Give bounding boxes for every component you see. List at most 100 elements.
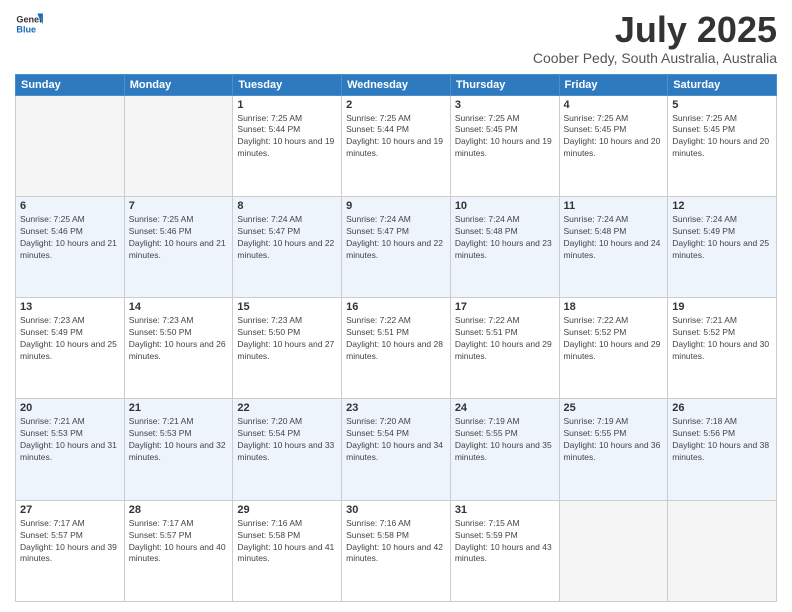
- day-number: 11: [564, 200, 664, 212]
- calendar-week-4: 20 Sunrise: 7:21 AM Sunset: 5:53 PM Dayli…: [16, 399, 777, 500]
- day-info: Sunrise: 7:18 AM Sunset: 5:56 PM Dayligh…: [672, 416, 772, 464]
- day-info: Sunrise: 7:16 AM Sunset: 5:58 PM Dayligh…: [346, 518, 446, 566]
- day-number: 2: [346, 99, 446, 111]
- calendar-header-wednesday: Wednesday: [342, 74, 451, 95]
- calendar-day: 8 Sunrise: 7:24 AM Sunset: 5:47 PM Daylig…: [233, 196, 342, 297]
- header: General Blue July 2025 Coober Pedy, Sout…: [15, 10, 777, 66]
- calendar-day: [668, 500, 777, 601]
- day-info: Sunrise: 7:15 AM Sunset: 5:59 PM Dayligh…: [455, 518, 555, 566]
- day-info: Sunrise: 7:17 AM Sunset: 5:57 PM Dayligh…: [20, 518, 120, 566]
- day-info: Sunrise: 7:17 AM Sunset: 5:57 PM Dayligh…: [129, 518, 229, 566]
- calendar-header-saturday: Saturday: [668, 74, 777, 95]
- calendar-day: 31Sunrise: 7:15 AM Sunset: 5:59 PM Dayli…: [450, 500, 559, 601]
- calendar-day: 12 Sunrise: 7:24 AM Sunset: 5:49 PM Dayli…: [668, 196, 777, 297]
- calendar-header-thursday: Thursday: [450, 74, 559, 95]
- day-info: Sunrise: 7:19 AM Sunset: 5:55 PM Dayligh…: [564, 416, 664, 464]
- day-number: 24: [455, 402, 555, 414]
- day-info: Sunrise: 7:25 AM Sunset: 5:44 PM Dayligh…: [237, 113, 337, 161]
- day-number: 10: [455, 200, 555, 212]
- calendar-day: 26 Sunrise: 7:18 AM Sunset: 5:56 PM Dayli…: [668, 399, 777, 500]
- day-number: 27: [20, 504, 120, 516]
- calendar-week-1: 1Sunrise: 7:25 AM Sunset: 5:44 PM Daylig…: [16, 95, 777, 196]
- main-title: July 2025: [533, 10, 777, 50]
- calendar-day: 23Sunrise: 7:20 AM Sunset: 5:54 PM Dayli…: [342, 399, 451, 500]
- day-number: 19: [672, 301, 772, 313]
- day-number: 26: [672, 402, 772, 414]
- calendar-day: 4 Sunrise: 7:25 AM Sunset: 5:45 PM Daylig…: [559, 95, 668, 196]
- calendar-day: 21 Sunrise: 7:21 AM Sunset: 5:53 PM Dayli…: [124, 399, 233, 500]
- calendar-day: 14 Sunrise: 7:23 AM Sunset: 5:50 PM Dayli…: [124, 298, 233, 399]
- day-number: 6: [20, 200, 120, 212]
- day-info: Sunrise: 7:24 AM Sunset: 5:49 PM Dayligh…: [672, 214, 772, 262]
- day-info: Sunrise: 7:22 AM Sunset: 5:51 PM Dayligh…: [346, 315, 446, 363]
- calendar-header-monday: Monday: [124, 74, 233, 95]
- day-info: Sunrise: 7:25 AM Sunset: 5:46 PM Dayligh…: [20, 214, 120, 262]
- day-info: Sunrise: 7:24 AM Sunset: 5:48 PM Dayligh…: [455, 214, 555, 262]
- day-number: 30: [346, 504, 446, 516]
- day-info: Sunrise: 7:25 AM Sunset: 5:45 PM Dayligh…: [455, 113, 555, 161]
- calendar-day: 9 Sunrise: 7:24 AM Sunset: 5:47 PM Daylig…: [342, 196, 451, 297]
- calendar-day: 15Sunrise: 7:23 AM Sunset: 5:50 PM Dayli…: [233, 298, 342, 399]
- calendar-day: 27 Sunrise: 7:17 AM Sunset: 5:57 PM Dayli…: [16, 500, 125, 601]
- day-number: 5: [672, 99, 772, 111]
- day-info: Sunrise: 7:25 AM Sunset: 5:45 PM Dayligh…: [564, 113, 664, 161]
- calendar-day: 11 Sunrise: 7:24 AM Sunset: 5:48 PM Dayli…: [559, 196, 668, 297]
- day-info: Sunrise: 7:23 AM Sunset: 5:49 PM Dayligh…: [20, 315, 120, 363]
- calendar-day: 19 Sunrise: 7:21 AM Sunset: 5:52 PM Dayli…: [668, 298, 777, 399]
- logo-icon: General Blue: [15, 10, 43, 38]
- day-number: 21: [129, 402, 229, 414]
- sub-title: Coober Pedy, South Australia, Australia: [533, 50, 777, 66]
- calendar-day: 2Sunrise: 7:25 AM Sunset: 5:44 PM Daylig…: [342, 95, 451, 196]
- calendar-day: 7Sunrise: 7:25 AM Sunset: 5:46 PM Daylig…: [124, 196, 233, 297]
- calendar-day: 22 Sunrise: 7:20 AM Sunset: 5:54 PM Dayli…: [233, 399, 342, 500]
- day-number: 22: [237, 402, 337, 414]
- calendar-week-2: 6 Sunrise: 7:25 AM Sunset: 5:46 PM Daylig…: [16, 196, 777, 297]
- calendar-day: 29Sunrise: 7:16 AM Sunset: 5:58 PM Dayli…: [233, 500, 342, 601]
- day-info: Sunrise: 7:21 AM Sunset: 5:52 PM Dayligh…: [672, 315, 772, 363]
- calendar-day: 3Sunrise: 7:25 AM Sunset: 5:45 PM Daylig…: [450, 95, 559, 196]
- day-number: 8: [237, 200, 337, 212]
- calendar-day: [559, 500, 668, 601]
- calendar-day: 5 Sunrise: 7:25 AM Sunset: 5:45 PM Daylig…: [668, 95, 777, 196]
- day-info: Sunrise: 7:20 AM Sunset: 5:54 PM Dayligh…: [237, 416, 337, 464]
- svg-text:Blue: Blue: [16, 24, 36, 34]
- calendar-day: [16, 95, 125, 196]
- day-info: Sunrise: 7:23 AM Sunset: 5:50 PM Dayligh…: [129, 315, 229, 363]
- day-number: 16: [346, 301, 446, 313]
- day-info: Sunrise: 7:23 AM Sunset: 5:50 PM Dayligh…: [237, 315, 337, 363]
- day-number: 9: [346, 200, 446, 212]
- calendar-day: 17 Sunrise: 7:22 AM Sunset: 5:51 PM Dayli…: [450, 298, 559, 399]
- day-number: 20: [20, 402, 120, 414]
- day-info: Sunrise: 7:25 AM Sunset: 5:45 PM Dayligh…: [672, 113, 772, 161]
- day-info: Sunrise: 7:19 AM Sunset: 5:55 PM Dayligh…: [455, 416, 555, 464]
- day-info: Sunrise: 7:24 AM Sunset: 5:48 PM Dayligh…: [564, 214, 664, 262]
- day-number: 4: [564, 99, 664, 111]
- calendar-day: 6 Sunrise: 7:25 AM Sunset: 5:46 PM Daylig…: [16, 196, 125, 297]
- calendar-day: 24 Sunrise: 7:19 AM Sunset: 5:55 PM Dayli…: [450, 399, 559, 500]
- day-info: Sunrise: 7:16 AM Sunset: 5:58 PM Dayligh…: [237, 518, 337, 566]
- day-info: Sunrise: 7:24 AM Sunset: 5:47 PM Dayligh…: [237, 214, 337, 262]
- day-number: 14: [129, 301, 229, 313]
- logo: General Blue: [15, 10, 43, 38]
- calendar-day: 1Sunrise: 7:25 AM Sunset: 5:44 PM Daylig…: [233, 95, 342, 196]
- day-number: 12: [672, 200, 772, 212]
- calendar-day: [124, 95, 233, 196]
- day-info: Sunrise: 7:20 AM Sunset: 5:54 PM Dayligh…: [346, 416, 446, 464]
- day-info: Sunrise: 7:22 AM Sunset: 5:51 PM Dayligh…: [455, 315, 555, 363]
- day-info: Sunrise: 7:25 AM Sunset: 5:46 PM Dayligh…: [129, 214, 229, 262]
- calendar-day: 30 Sunrise: 7:16 AM Sunset: 5:58 PM Dayli…: [342, 500, 451, 601]
- calendar-header-tuesday: Tuesday: [233, 74, 342, 95]
- calendar-day: 18Sunrise: 7:22 AM Sunset: 5:52 PM Dayli…: [559, 298, 668, 399]
- day-info: Sunrise: 7:21 AM Sunset: 5:53 PM Dayligh…: [129, 416, 229, 464]
- calendar-day: 16 Sunrise: 7:22 AM Sunset: 5:51 PM Dayli…: [342, 298, 451, 399]
- calendar-day: 28Sunrise: 7:17 AM Sunset: 5:57 PM Dayli…: [124, 500, 233, 601]
- calendar-header-sunday: Sunday: [16, 74, 125, 95]
- day-info: Sunrise: 7:24 AM Sunset: 5:47 PM Dayligh…: [346, 214, 446, 262]
- day-number: 25: [564, 402, 664, 414]
- day-number: 17: [455, 301, 555, 313]
- calendar-week-5: 27 Sunrise: 7:17 AM Sunset: 5:57 PM Dayli…: [16, 500, 777, 601]
- calendar-table: SundayMondayTuesdayWednesdayThursdayFrid…: [15, 74, 777, 602]
- calendar-day: 13Sunrise: 7:23 AM Sunset: 5:49 PM Dayli…: [16, 298, 125, 399]
- day-info: Sunrise: 7:21 AM Sunset: 5:53 PM Dayligh…: [20, 416, 120, 464]
- calendar-header-row: SundayMondayTuesdayWednesdayThursdayFrid…: [16, 74, 777, 95]
